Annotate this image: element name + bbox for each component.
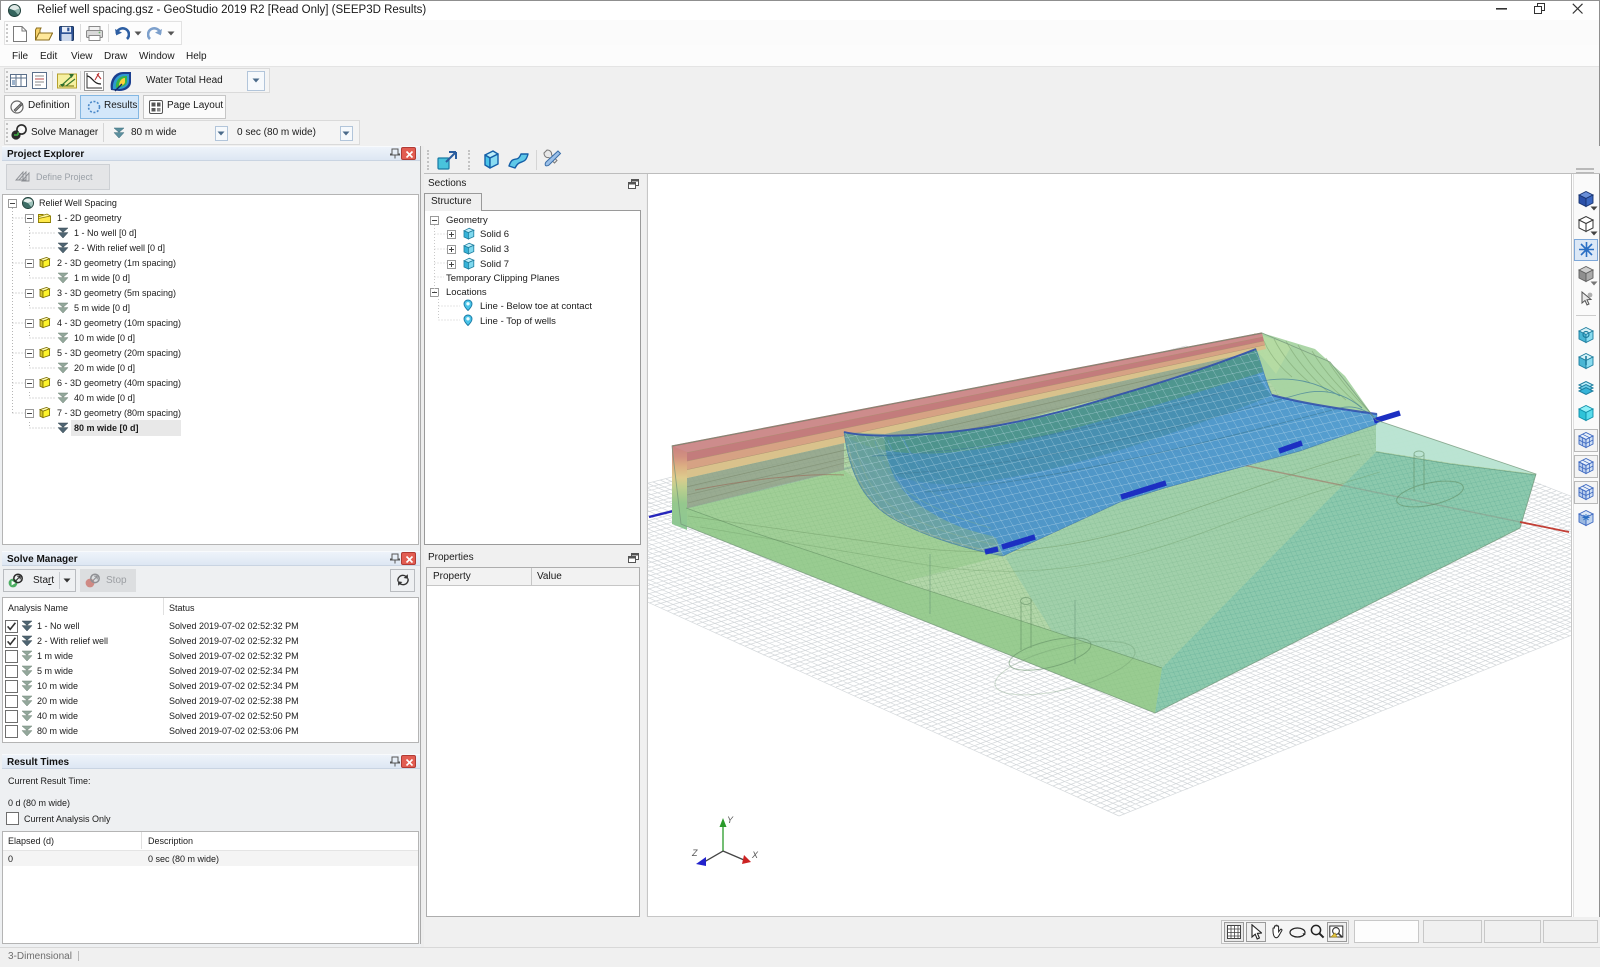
svg-text:Z: Z: [691, 848, 698, 858]
svg-text:Y: Y: [727, 815, 734, 825]
svg-text:X: X: [751, 850, 759, 860]
